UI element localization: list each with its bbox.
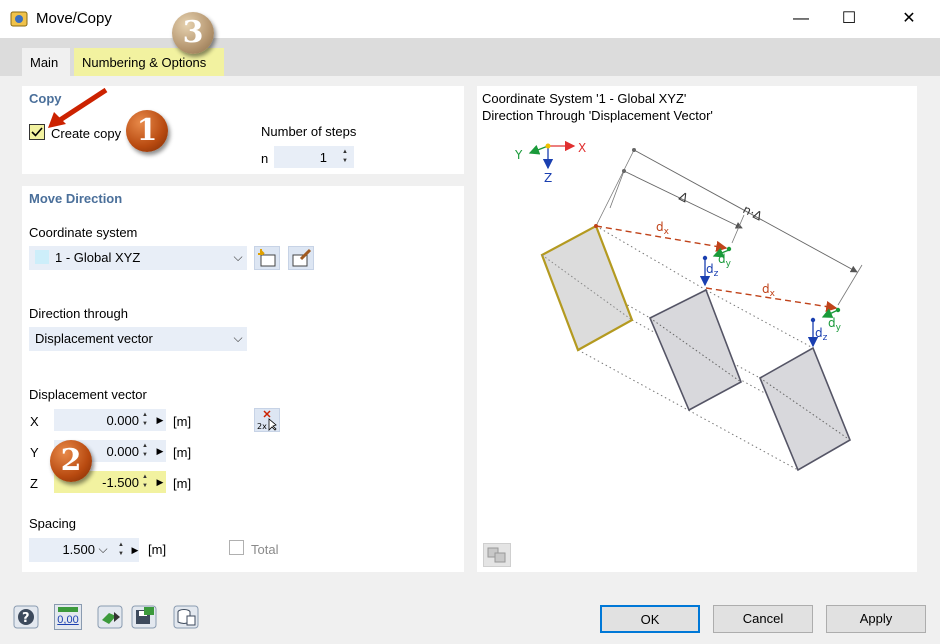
z-unit: [m] <box>173 476 192 491</box>
units-icon-bar <box>58 607 78 612</box>
total-checkbox[interactable] <box>229 540 244 555</box>
pointer-arrow-icon <box>48 87 108 128</box>
pick-two-points-button[interactable]: 2x <box>254 408 280 432</box>
copy-block-2 <box>758 346 852 472</box>
original-block <box>540 224 634 352</box>
direction-select[interactable]: Displacement vector <box>29 327 247 351</box>
delta-label: Δ <box>677 189 691 206</box>
x-unit: [m] <box>173 414 192 429</box>
svg-text:2x: 2x <box>257 422 267 431</box>
help-icon: ? <box>13 605 39 629</box>
z-spinner[interactable]: ▲ ▼ <box>140 473 150 491</box>
units-button[interactable]: 0,00 <box>54 604 82 630</box>
dz-label-1: dz <box>706 262 719 279</box>
save-settings-button[interactable] <box>130 604 158 630</box>
app-icon <box>10 10 28 28</box>
steps-label: Number of steps <box>261 124 357 139</box>
tab-main[interactable]: Main <box>22 48 70 76</box>
help-button[interactable]: ? <box>12 604 40 630</box>
database-icon <box>173 605 199 629</box>
cancel-button[interactable]: Cancel <box>713 605 813 633</box>
copy-block-1 <box>648 288 742 412</box>
swap-view-button[interactable] <box>483 543 511 567</box>
steps-spinner[interactable]: ▲ ▼ <box>340 148 350 166</box>
axis-z-label: Z <box>544 171 552 185</box>
ok-button[interactable]: OK <box>600 605 700 633</box>
spacing-pick-arrow-icon[interactable]: ▶ <box>130 540 140 560</box>
swap-view-icon <box>487 547 506 563</box>
y-unit: [m] <box>173 445 192 460</box>
load-settings-button[interactable] <box>172 604 200 630</box>
step-badge-3: 3 <box>172 12 214 54</box>
view-model-button[interactable] <box>96 604 124 630</box>
z-label: Z <box>30 476 38 491</box>
close-button[interactable]: ✕ <box>886 0 932 38</box>
color-swatch <box>35 250 49 264</box>
pick-two-points-icon: 2x <box>257 410 277 431</box>
axis-x-label: X <box>578 141 586 155</box>
dy-label-1: dy <box>718 252 732 269</box>
y-pick-arrow-icon[interactable]: ▶ <box>155 441 165 461</box>
displacement-label: Displacement vector <box>29 387 147 402</box>
chevron-down-icon[interactable]: ⌵ <box>231 246 245 270</box>
step-badge-2: 2 <box>50 440 92 482</box>
dx-label-1: dx <box>656 220 670 237</box>
apply-button[interactable]: Apply <box>826 605 926 633</box>
maximize-button[interactable]: ☐ <box>826 0 872 38</box>
x-spinner[interactable]: ▲ ▼ <box>140 411 150 429</box>
axis-triad-icon <box>528 140 576 170</box>
dz-label-2: dz <box>815 326 828 343</box>
edit-coord-system-button[interactable] <box>288 246 314 270</box>
n-delta-label: n·Δ <box>741 202 766 224</box>
x-pick-arrow-icon[interactable]: ▶ <box>155 410 165 430</box>
spacing-unit: [m] <box>148 542 167 557</box>
move-direction-group <box>22 186 464 572</box>
spacing-label: Spacing <box>29 516 76 531</box>
svg-text:?: ? <box>22 611 30 626</box>
dx-label-2: dx <box>762 282 776 299</box>
displacement-diagram: X Y Z Δ n·Δ dx dx dy dz dy dz <box>514 140 863 472</box>
x-label: X <box>30 414 39 429</box>
edit-coord-system-icon <box>292 248 312 267</box>
y-label: Y <box>30 445 39 460</box>
model-view-icon <box>97 605 123 629</box>
axis-y-label: Y <box>514 148 523 162</box>
coord-system-label: Coordinate system <box>29 225 138 240</box>
steps-symbol: n <box>261 151 269 166</box>
minimize-button[interactable]: — <box>778 0 824 38</box>
y-spinner[interactable]: ▲ ▼ <box>140 442 150 460</box>
spacing-spinner[interactable]: ▲ ▼ <box>116 541 126 559</box>
coord-system-value: 1 - Global XYZ <box>55 250 141 265</box>
step-badge-1: 1 <box>126 110 168 152</box>
total-label: Total <box>251 542 279 557</box>
chevron-down-icon[interactable]: ⌵ <box>231 327 245 351</box>
move-direction-title: Move Direction <box>29 191 123 206</box>
dy-label-2: dy <box>828 316 842 333</box>
window-title: Move/Copy <box>36 10 112 27</box>
chevron-down-icon[interactable]: ⌵ <box>96 538 110 562</box>
new-coord-system-button[interactable] <box>254 246 280 270</box>
save-icon <box>131 605 157 629</box>
units-icon-text: 0,00 <box>57 614 79 626</box>
new-coord-system-icon <box>258 249 276 267</box>
direction-label: Direction through <box>29 306 128 321</box>
coord-system-select[interactable]: 1 - Global XYZ <box>29 246 247 270</box>
z-pick-arrow-icon[interactable]: ▶ <box>155 472 165 492</box>
